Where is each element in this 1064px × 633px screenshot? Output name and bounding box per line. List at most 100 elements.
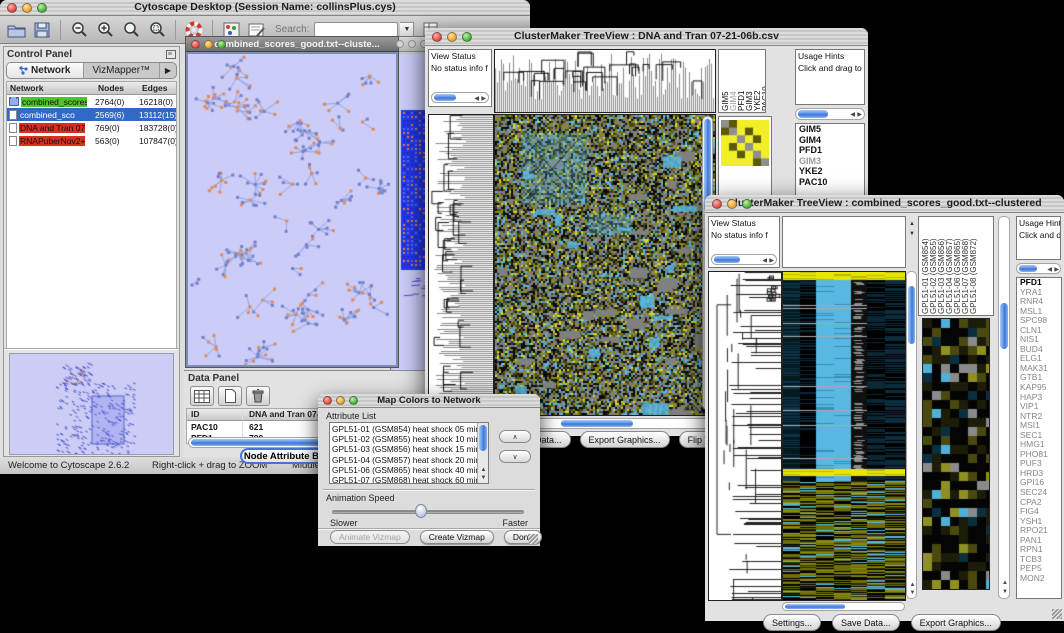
row-dendrogram-canvas[interactable] — [708, 271, 782, 601]
attribute-list-item[interactable]: GPL51-03 (GSM856) heat shock 15 min — [330, 444, 488, 454]
scroll-left-icon[interactable]: ◀ — [1047, 267, 1052, 273]
close-button[interactable] — [7, 3, 17, 13]
dialog-action-button[interactable]: Animate Vizmap — [330, 530, 410, 544]
resize-grip[interactable] — [1052, 609, 1062, 619]
scrollbar-thumb[interactable] — [561, 420, 633, 427]
scrollbar-thumb[interactable] — [908, 286, 915, 344]
animation-speed-slider[interactable] — [332, 510, 524, 514]
heatmap-canvas[interactable] — [494, 114, 716, 416]
array-column-labels[interactable]: GIM5GIM4PFD1GIM3YKE2PAC10 — [718, 49, 766, 113]
column-dendrogram-panel[interactable] — [782, 216, 906, 268]
slider-thumb[interactable] — [415, 504, 427, 518]
search-dropdown-icon[interactable]: ▼ — [400, 22, 414, 37]
close-button[interactable] — [432, 32, 442, 42]
scroll-left-icon[interactable]: ◀ — [850, 112, 855, 118]
scroll-right-icon[interactable]: ▶ — [481, 96, 486, 102]
more-tabs-button[interactable]: ▶ — [160, 63, 176, 78]
treeview-action-button[interactable]: Settings... — [763, 614, 821, 631]
gene-list-item[interactable]: MON2 — [1017, 574, 1061, 584]
attribute-list-scrollbar[interactable]: ▲ ▼ — [477, 423, 488, 483]
zoom-button[interactable] — [349, 396, 358, 405]
scroll-up-icon[interactable]: ▲ — [909, 221, 915, 227]
move-down-button[interactable]: ∨ — [499, 450, 531, 463]
network-table-row[interactable]: DNA and Tran 07 769(0) 183728(0) — [7, 121, 176, 134]
scrollbar-thumb[interactable] — [1019, 265, 1037, 272]
minimize-button[interactable] — [204, 40, 213, 49]
attribute-list-item[interactable]: GPL51-01 (GSM854) heat shock 05 min — [330, 424, 488, 434]
scrollbar-thumb[interactable] — [434, 94, 456, 101]
tab-vizmapper[interactable]: VizMapper™ — [84, 63, 161, 78]
scrollbar-thumb[interactable] — [798, 110, 828, 118]
scroll-left-icon[interactable]: ◀ — [474, 96, 479, 102]
close-button[interactable] — [323, 396, 332, 405]
minimize-button[interactable] — [336, 396, 345, 405]
new-attribute-icon[interactable] — [218, 386, 242, 406]
zoom-fit-icon[interactable] — [145, 19, 169, 41]
inner-window1-titlebar[interactable]: combined_scores_good.txt--cluste... — [186, 37, 398, 52]
zoom-button[interactable] — [742, 199, 752, 209]
attribute-list-item[interactable]: GPL51-04 (GSM857) heat shock 20 min — [330, 455, 488, 465]
hints-scrollbar[interactable]: ◀ ▶ — [795, 108, 865, 120]
zoom-selected-icon[interactable] — [119, 19, 143, 41]
scroll-right-icon[interactable]: ▶ — [857, 112, 862, 118]
heatmap-hscrollbar[interactable] — [782, 602, 905, 611]
dialog-titlebar[interactable]: Map Colors to Network — [318, 394, 540, 408]
scroll-up-icon[interactable]: ▲ — [481, 467, 487, 473]
array-column-labels[interactable]: GPL51-01 (GSM854)GPL51-02 (GSM855)GPL51-… — [918, 216, 994, 316]
column-dendrogram-canvas[interactable] — [494, 49, 716, 113]
zoom-button[interactable] — [217, 40, 226, 49]
scroll-right-icon[interactable]: ▶ — [769, 258, 774, 264]
heatmap-canvas[interactable] — [782, 271, 906, 601]
minimize-button[interactable] — [727, 199, 737, 209]
close-button[interactable] — [396, 40, 404, 48]
network-canvas[interactable] — [188, 54, 396, 365]
scroll-right-icon[interactable]: ▶ — [1054, 267, 1059, 273]
treeview-action-button[interactable]: Export Graphics... — [580, 431, 670, 448]
zoom-heatmap-canvas[interactable] — [922, 318, 990, 590]
gene-list-item[interactable]: GIM5 — [796, 124, 864, 135]
zoom-button[interactable] — [462, 32, 472, 42]
minimize-button[interactable] — [408, 40, 416, 48]
treeview-action-button[interactable]: Export Graphics... — [911, 614, 1001, 631]
gene-list[interactable]: PFD1YRA1RNR4MSL1SPC98CLN1NIS1BUD4ELG1MAK… — [1016, 277, 1062, 599]
open-file-icon[interactable] — [4, 19, 28, 41]
search-input[interactable] — [314, 22, 398, 37]
treeview2-titlebar[interactable]: ClusterMaker TreeView : combined_scores_… — [705, 195, 1064, 213]
row-dendrogram-canvas[interactable] — [428, 114, 494, 416]
network-table-header[interactable]: Network Nodes Edges — [7, 82, 176, 95]
gene-list-item[interactable]: GIM3 — [796, 156, 864, 167]
scroll-up-icon[interactable]: ▲ — [1002, 580, 1008, 586]
zoom-out-icon[interactable] — [67, 19, 91, 41]
treeview1-titlebar[interactable]: ClusterMaker TreeView : DNA and Tran 07-… — [425, 28, 868, 46]
attribute-list-item[interactable]: GPL51-07 (GSM868) heat shock 60 min — [330, 475, 488, 484]
delete-attribute-icon[interactable] — [246, 386, 270, 406]
view-status-scrollbar[interactable]: ◀ ▶ — [711, 254, 777, 265]
attribute-list[interactable]: GPL51-01 (GSM854) heat shock 05 min GPL51… — [329, 422, 489, 484]
move-up-button[interactable]: ∧ — [499, 430, 531, 443]
dialog-action-button[interactable]: Create Vizmap — [420, 530, 494, 544]
scrollbar-thumb[interactable] — [785, 604, 845, 609]
gene-list-item[interactable]: YKE2 — [796, 166, 864, 177]
view-status-scrollbar[interactable]: ◀ ▶ — [431, 92, 489, 103]
close-button[interactable] — [191, 40, 200, 49]
heatmap-vscrollbar[interactable]: ▲ ▼ — [906, 271, 917, 599]
network-table-row[interactable]: RNAPuberNov2+ 563(0) 107847(0) — [7, 134, 176, 147]
save-session-icon[interactable] — [30, 19, 54, 41]
gene-list-item[interactable]: GIM4 — [796, 135, 864, 146]
minimize-button[interactable] — [22, 3, 32, 13]
scroll-up-icon[interactable]: ▲ — [910, 582, 916, 588]
scroll-down-icon[interactable]: ▼ — [909, 231, 915, 237]
gene-list-item[interactable]: PAC10 — [796, 177, 864, 188]
correlation-matrix-canvas[interactable] — [721, 120, 769, 166]
scroll-down-icon[interactable]: ▼ — [481, 475, 487, 481]
zoom-in-icon[interactable] — [93, 19, 117, 41]
scrollbar-thumb[interactable] — [479, 425, 487, 451]
network-table-row[interactable]: combined_sco 2569(6) 13112(15) — [7, 108, 176, 121]
gene-vscrollbar[interactable]: ▲ ▼ — [998, 216, 1010, 599]
main-titlebar[interactable]: Cytoscape Desktop (Session Name: collins… — [0, 0, 530, 16]
network-table-row[interactable]: combined_scores 2764(0) 16218(0) — [7, 95, 176, 108]
scrollbar-thumb[interactable] — [1000, 303, 1008, 349]
hints-scrollbar[interactable]: ◀ ▶ — [1016, 263, 1061, 274]
minimize-button[interactable] — [447, 32, 457, 42]
scroll-down-icon[interactable]: ▼ — [910, 590, 916, 596]
